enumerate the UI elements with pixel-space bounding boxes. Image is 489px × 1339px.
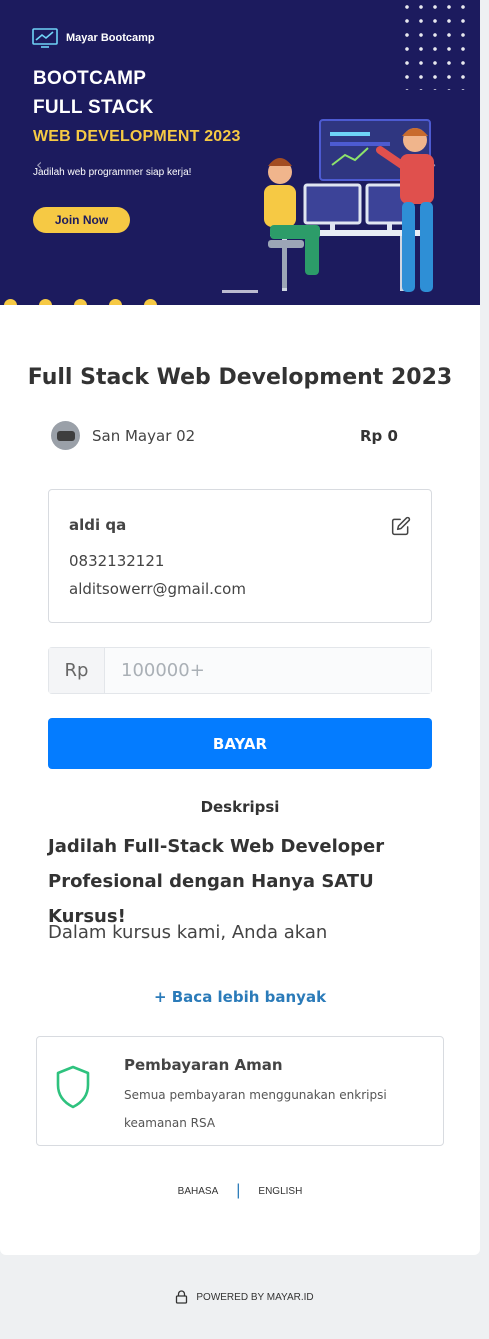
secure-payment-title: Pembayaran Aman <box>124 1056 283 1074</box>
secure-payment-text: Semua pembayaran menggunakan enkripsi ke… <box>124 1088 387 1130</box>
join-now-button[interactable]: Join Now <box>33 207 130 233</box>
footer: POWERED BY MAYAR.ID <box>0 1290 489 1304</box>
language-english[interactable]: ENGLISH <box>258 1186 302 1197</box>
seller-avatar <box>51 421 80 450</box>
seller-info: San Mayar 02 <box>51 421 195 450</box>
product-price: Rp 0 <box>360 427 398 445</box>
banner-tagline: Jadilah web programmer siap kerja! <box>33 167 192 178</box>
buyer-phone: 0832132121 <box>69 552 165 570</box>
powered-by-text[interactable]: POWERED BY MAYAR.ID <box>196 1292 313 1303</box>
chart-logo-icon <box>32 28 58 48</box>
language-separator: | <box>236 1182 241 1199</box>
language-switcher: BAHASA | ENGLISH <box>0 1182 480 1200</box>
headline-line-1: BOOTCAMP <box>33 68 147 89</box>
seller-name: San Mayar 02 <box>92 426 196 445</box>
hero-banner[interactable]: Mayar Bootcamp BOOTCAMP FULL STACK WEB D… <box>0 0 480 305</box>
language-bahasa[interactable]: BAHASA <box>178 1186 219 1197</box>
product-title: Full Stack Web Development 2023 <box>27 365 453 390</box>
developers-illustration <box>264 119 434 292</box>
description-title: Jadilah Full-Stack Web Developer Profesi… <box>48 836 385 927</box>
buyer-email: alditsowerr@gmail.com <box>69 580 246 598</box>
carousel-prev-icon[interactable]: ‹ <box>36 155 42 174</box>
checkout-card: Full Stack Web Development 2023 San Maya… <box>0 305 480 1255</box>
brand-name: Mayar Bootcamp <box>66 32 155 44</box>
pay-button[interactable]: BAYAR <box>48 718 432 769</box>
description-body: Dalam kursus kami, Anda akan <box>48 922 328 943</box>
buyer-info-box: aldi qa 0832132121 alditsowerr@gmail.com <box>48 489 432 623</box>
banner-headline: BOOTCAMP FULL STACK WEB DEVELOPMENT 2023 <box>33 64 241 151</box>
description-heading: Deskripsi <box>200 798 280 816</box>
headline-line-3: WEB DEVELOPMENT 2023 <box>33 128 241 145</box>
lock-icon <box>176 1290 188 1304</box>
currency-prefix: Rp <box>49 648 105 693</box>
carousel-indicator <box>222 290 258 293</box>
decorative-dots <box>400 0 470 90</box>
read-more-link[interactable]: + Baca lebih banyak <box>0 988 480 1006</box>
amount-input-group: Rp <box>48 647 432 694</box>
brand-logo: Mayar Bootcamp <box>32 27 155 49</box>
edit-icon[interactable] <box>391 516 411 536</box>
headline-line-2: FULL STACK <box>33 97 154 118</box>
shield-icon <box>56 1065 90 1109</box>
buyer-name: aldi qa <box>69 516 127 534</box>
amount-input[interactable] <box>105 648 431 693</box>
secure-payment-box: Pembayaran Aman Semua pembayaran menggun… <box>36 1036 444 1146</box>
